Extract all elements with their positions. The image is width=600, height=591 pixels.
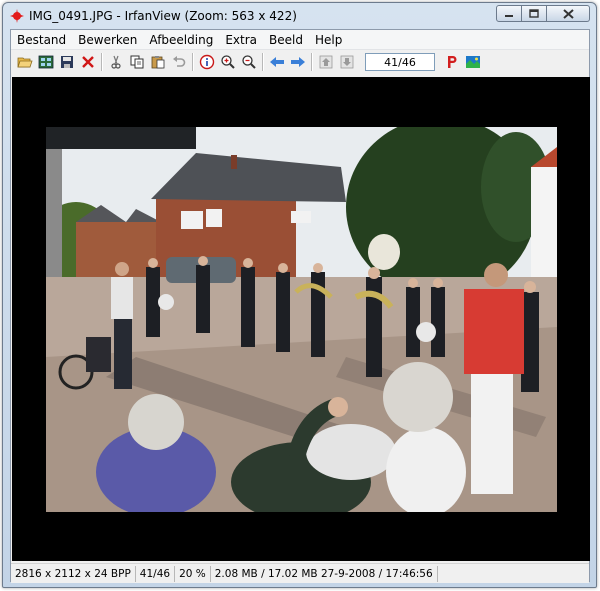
thumbnails-icon (38, 55, 53, 69)
print-p-icon (447, 56, 456, 68)
menu-bestand[interactable]: Bestand (11, 33, 72, 47)
zoom-out-icon (241, 55, 256, 69)
toolbar-separator (311, 53, 312, 71)
menu-beeld[interactable]: Beeld (263, 33, 309, 47)
status-dimensions: 2816 x 2112 x 24 BPP (11, 565, 136, 582)
arrow-up-icon (319, 55, 332, 69)
last-button[interactable] (336, 52, 357, 72)
menu-bar: Bestand Bewerken Afbeelding Extra Beeld … (11, 30, 589, 50)
info-button[interactable] (196, 52, 217, 72)
open-folder-icon (16, 57, 33, 68)
close-icon (562, 8, 574, 19)
print-button[interactable] (441, 52, 462, 72)
image-viewer[interactable] (12, 77, 590, 561)
arrow-left-icon (269, 57, 284, 67)
info-icon (199, 54, 214, 70)
menu-afbeelding[interactable]: Afbeelding (143, 33, 219, 47)
settings-icon (465, 56, 480, 68)
maximize-button[interactable] (522, 5, 547, 22)
status-file-info: 2.08 MB / 17.02 MB 27-9-2008 / 17:46:56 (211, 565, 438, 582)
zoom-in-button[interactable] (217, 52, 238, 72)
delete-button[interactable] (77, 52, 98, 72)
next-button[interactable] (287, 52, 308, 72)
zoom-in-icon (220, 55, 235, 69)
menu-bewerken[interactable]: Bewerken (72, 33, 143, 47)
status-zoom: 20 % (175, 565, 211, 582)
menu-extra[interactable]: Extra (219, 33, 263, 47)
toolbar-separator (101, 53, 102, 71)
client-area: Bestand Bewerken Afbeelding Extra Beeld … (10, 29, 590, 583)
maximize-icon (529, 9, 539, 18)
menu-help[interactable]: Help (309, 33, 348, 47)
status-bar: 2816 x 2112 x 24 BPP 41/46 20 % 2.08 MB … (11, 563, 589, 583)
undo-button[interactable] (168, 52, 189, 72)
arrow-down-icon (340, 55, 353, 69)
close-button[interactable] (547, 5, 590, 22)
minimize-icon (505, 14, 513, 17)
toolbar-separator (192, 53, 193, 71)
scissors-icon (110, 55, 121, 69)
displayed-photo (46, 127, 557, 512)
thumbnails-button[interactable] (35, 52, 56, 72)
settings-button[interactable] (462, 52, 483, 72)
zoom-out-button[interactable] (238, 52, 259, 72)
minimize-button[interactable] (496, 5, 522, 22)
copy-icon (130, 55, 143, 69)
copy-button[interactable] (126, 52, 147, 72)
save-button[interactable] (56, 52, 77, 72)
irfanview-window: IMG_0491.JPG - IrfanView (Zoom: 563 x 42… (2, 2, 597, 588)
previous-button[interactable] (266, 52, 287, 72)
window-controls (496, 5, 590, 22)
irfanview-app-icon (10, 9, 24, 23)
undo-icon (172, 56, 185, 67)
title-bar[interactable]: IMG_0491.JPG - IrfanView (Zoom: 563 x 42… (3, 3, 596, 29)
brass-band-street-photo (46, 127, 557, 512)
open-button[interactable] (14, 52, 35, 72)
toolbar: 41/46 (11, 50, 589, 74)
save-icon (60, 56, 73, 68)
paste-button[interactable] (147, 52, 168, 72)
toolbar-separator (262, 53, 263, 71)
page-counter-field[interactable]: 41/46 (365, 53, 435, 71)
first-button[interactable] (315, 52, 336, 72)
window-title: IMG_0491.JPG - IrfanView (Zoom: 563 x 42… (29, 9, 297, 23)
arrow-right-icon (290, 57, 305, 67)
cut-button[interactable] (105, 52, 126, 72)
paste-icon (151, 56, 164, 69)
delete-icon (81, 56, 94, 68)
status-index: 41/46 (136, 565, 176, 582)
